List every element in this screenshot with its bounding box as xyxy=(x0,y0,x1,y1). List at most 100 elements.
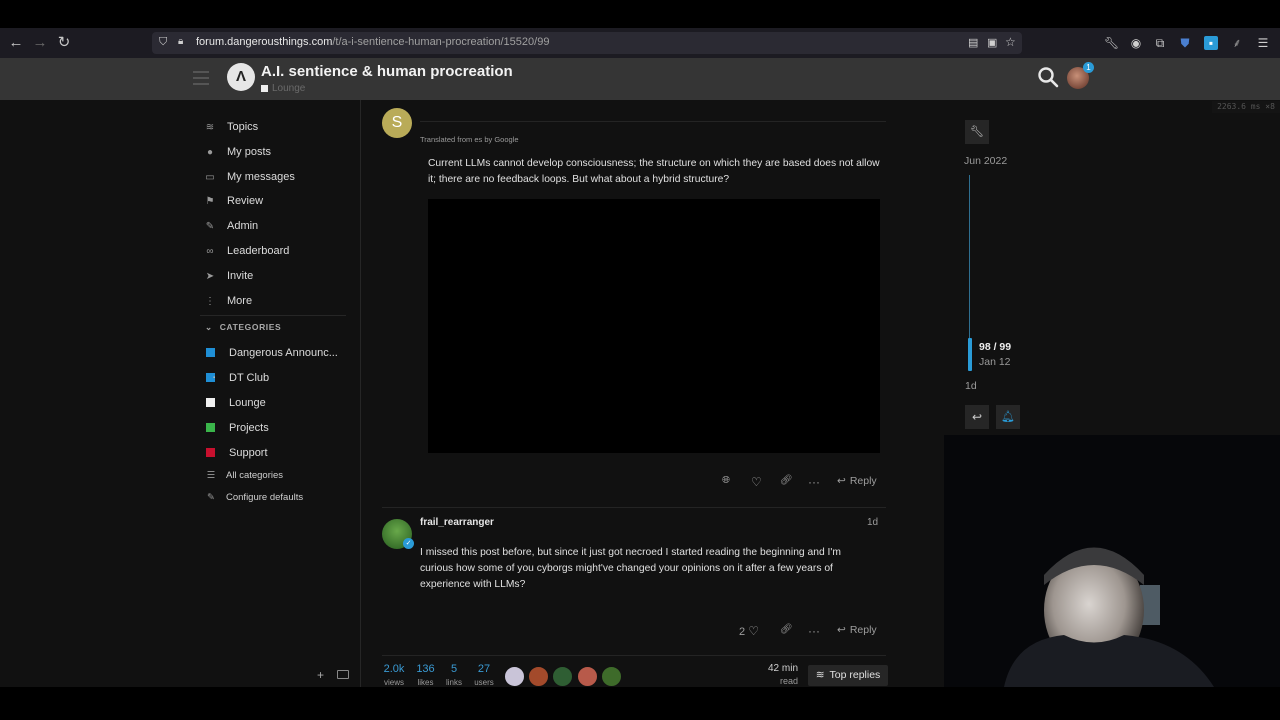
more-options-icon[interactable]: ··· xyxy=(808,624,820,638)
participant-avatar[interactable] xyxy=(577,666,598,687)
notification-badge[interactable]: 1 xyxy=(1083,62,1094,73)
sidebar-category-dangerous-announcements[interactable]: Dangerous Announc... xyxy=(203,343,338,363)
bookmark-star-icon[interactable]: ☆ xyxy=(1005,35,1016,49)
sidebar-item-admin[interactable]: ✎ Admin xyxy=(203,216,258,236)
sidebar-category-lounge[interactable]: Lounge xyxy=(203,393,266,413)
url-text: forum.dangerousthings.com/t/a-i-sentienc… xyxy=(196,36,550,48)
wrench-icon: ✎ xyxy=(207,492,215,503)
sidebar-separator xyxy=(200,315,346,316)
stat-views-count: 2.0k xyxy=(383,663,405,675)
topic-category[interactable]: Lounge xyxy=(261,83,305,94)
reply-button[interactable]: ↩ Reply xyxy=(837,624,877,636)
stat-users-count[interactable]: 27 xyxy=(471,663,497,675)
translate-icon[interactable]: 🌐︎ xyxy=(722,475,730,486)
more-options-icon[interactable]: ··· xyxy=(808,475,820,489)
sidebar-item-more[interactable]: ⋮ More xyxy=(203,291,252,311)
reply-button[interactable]: ↩ Reply xyxy=(837,475,877,487)
like-count: 2 xyxy=(739,626,746,638)
tools-icon[interactable]: 🔧︎ xyxy=(1104,36,1119,50)
reader-view-icon[interactable]: ▤ xyxy=(968,36,978,49)
sidebar-item-leaderboard[interactable]: ∞ Leaderboard xyxy=(203,241,289,261)
more-vertical-icon: ⋮ xyxy=(205,296,215,307)
read-time: 42 min read xyxy=(767,663,798,686)
layers-icon: ≋ xyxy=(205,122,215,133)
stat-users-label: users xyxy=(474,678,494,687)
extensions-icon[interactable]: ⧉ xyxy=(1153,36,1167,50)
plus-icon[interactable]: + xyxy=(317,668,324,682)
topic-admin-wrench-icon[interactable]: 🔧︎ xyxy=(965,120,989,144)
account-icon[interactable]: ◉ xyxy=(1129,36,1143,50)
sidebar-divider xyxy=(360,100,361,687)
sidebar-item-review[interactable]: ⚑ Review xyxy=(203,191,264,211)
bell-icon[interactable]: 🔔︎ xyxy=(996,405,1020,429)
top-replies-button[interactable]: ≋ Top replies xyxy=(808,665,888,686)
forward-icon[interactable]: → xyxy=(31,34,49,52)
layers-icon: ≋ xyxy=(815,669,825,681)
sidebar-item-topics[interactable]: ≋ Topics xyxy=(203,117,258,137)
reply-arrow-icon: ↩ xyxy=(837,624,846,636)
topic-title[interactable]: A.I. sentience & human procreation xyxy=(261,63,513,80)
sidebar-category-support[interactable]: Support xyxy=(203,443,268,463)
link-icon: ∞ xyxy=(206,246,214,257)
category-color-square xyxy=(206,423,215,432)
copy-link-icon[interactable]: 🔗︎ xyxy=(780,624,793,635)
category-color-square xyxy=(206,448,215,457)
menu-icon[interactable]: ☰ xyxy=(1256,36,1270,50)
inbox-icon: ▭ xyxy=(205,172,215,183)
participant-avatar[interactable] xyxy=(528,666,549,687)
sidebar-item-my-messages[interactable]: ▭ My messages xyxy=(203,167,295,187)
sidebar-all-categories[interactable]: ☰ All categories xyxy=(205,468,283,484)
timeline-start-date[interactable]: Jun 2022 xyxy=(964,155,1007,167)
like-heart-icon: ♡ xyxy=(748,624,759,638)
category-color-square xyxy=(206,348,215,357)
screenshot-icon[interactable]: ▣ xyxy=(987,36,997,49)
search-icon[interactable] xyxy=(1037,66,1059,88)
extension-leaf-icon[interactable]: ⸙ xyxy=(1230,36,1244,50)
sidebar-category-dt-club[interactable]: ▪ DT Club xyxy=(203,368,269,388)
timeline-end-date[interactable]: 1d xyxy=(965,380,977,392)
sidebar-category-projects[interactable]: Projects xyxy=(203,418,269,438)
sidebar-configure-defaults[interactable]: ✎ Configure defaults xyxy=(205,490,303,506)
stat-links-count[interactable]: 5 xyxy=(443,663,465,675)
categories-heading[interactable]: ⌄ CATEGORIES xyxy=(205,322,281,333)
like-heart-icon[interactable]: ♡ xyxy=(751,475,762,489)
sidebar-item-invite[interactable]: ➤ Invite xyxy=(203,266,254,286)
site-logo[interactable]: Λ xyxy=(227,63,255,91)
back-icon[interactable]: ← xyxy=(7,34,25,52)
extension-square-icon[interactable]: ▪ xyxy=(1204,36,1218,50)
list-icon: ☰ xyxy=(206,470,216,481)
participant-avatar[interactable] xyxy=(601,666,622,687)
participant-avatar[interactable] xyxy=(552,666,573,687)
post-body: I missed this post before, but since it … xyxy=(420,547,841,590)
shield-icon[interactable]: ⛉ xyxy=(159,36,167,49)
reply-arrow-icon[interactable]: ↩ xyxy=(965,405,989,429)
sidebar-toggle-icon[interactable] xyxy=(193,71,209,85)
keyboard-icon[interactable] xyxy=(337,670,349,679)
user-icon: ● xyxy=(206,147,214,158)
embedded-video[interactable] xyxy=(428,199,880,453)
reload-icon[interactable]: ↻ xyxy=(55,34,73,52)
screen-bottom-border xyxy=(0,687,1280,720)
sidebar-item-my-posts[interactable]: ● My posts xyxy=(203,142,271,162)
timeline-position[interactable]: 98 / 99 xyxy=(979,341,1011,353)
extension-shield-icon[interactable]: ⛊ xyxy=(1178,36,1192,50)
reply-arrow-icon: ↩ xyxy=(837,475,846,487)
verified-badge-icon: ✓ xyxy=(403,538,414,549)
lock-icon[interactable]: 🔒︎ xyxy=(178,36,183,47)
address-bar[interactable]: ⛉ 🔒︎ forum.dangerousthings.com/t/a-i-sen… xyxy=(152,32,1022,54)
post-age[interactable]: 1d xyxy=(867,517,878,528)
category-color-square: ▪ xyxy=(206,373,215,382)
category-square-icon xyxy=(261,84,268,92)
post-avatar[interactable]: S xyxy=(382,108,412,138)
copy-link-icon[interactable]: 🔗︎ xyxy=(780,475,793,486)
stat-likes-count: 136 xyxy=(416,663,435,675)
post-divider xyxy=(420,121,886,122)
chevron-down-icon: ⌄ xyxy=(205,322,213,332)
timeline-position-date: Jan 12 xyxy=(979,356,1011,368)
timeline-handle[interactable] xyxy=(968,338,972,371)
paper-plane-icon: ➤ xyxy=(205,271,215,282)
stat-views-label: views xyxy=(383,678,404,687)
participant-avatar[interactable] xyxy=(504,666,525,687)
post-username[interactable]: frail_rearranger xyxy=(420,517,494,528)
like-button[interactable]: 2 ♡ xyxy=(739,624,759,638)
